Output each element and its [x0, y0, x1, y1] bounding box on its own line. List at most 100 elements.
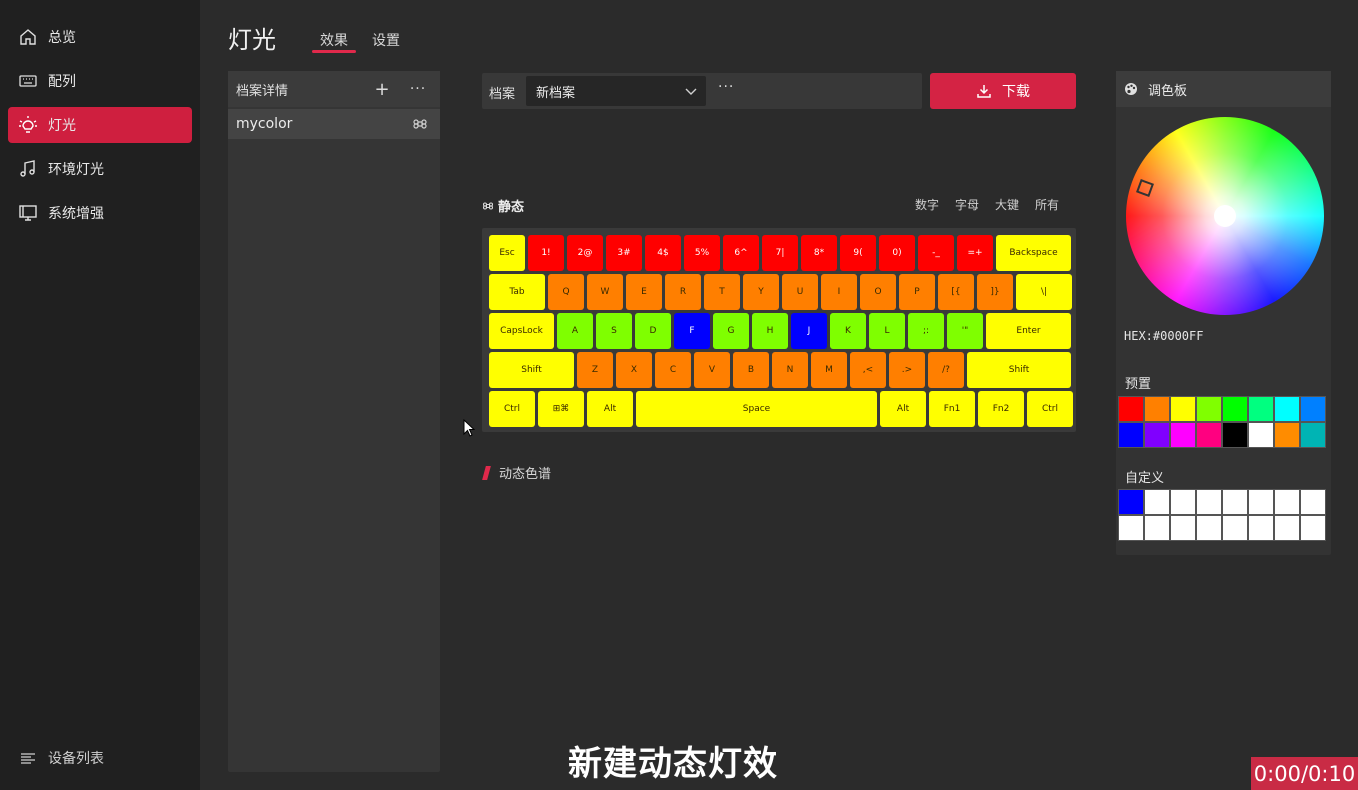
preset-swatch[interactable]: [1248, 422, 1274, 448]
device-list-button[interactable]: 设备列表: [8, 740, 192, 776]
key[interactable]: 5%: [684, 235, 720, 271]
download-button[interactable]: 下载: [930, 73, 1076, 109]
key[interactable]: R: [665, 274, 701, 310]
sidebar-item-overview[interactable]: 总览: [8, 19, 192, 55]
profile-more-button[interactable]: ···: [406, 77, 430, 101]
custom-swatch[interactable]: [1248, 489, 1274, 515]
sidebar-item-ambient-lighting[interactable]: 环境灯光: [8, 151, 192, 187]
key[interactable]: Y: [743, 274, 779, 310]
filter-large-keys-button[interactable]: 大键: [995, 196, 1019, 213]
key[interactable]: M: [811, 352, 847, 388]
custom-swatch[interactable]: [1144, 515, 1170, 541]
custom-swatch[interactable]: [1248, 515, 1274, 541]
tab-settings[interactable]: 设置: [372, 30, 400, 50]
key[interactable]: -_: [918, 235, 954, 271]
key[interactable]: J: [791, 313, 827, 349]
custom-swatch[interactable]: [1144, 489, 1170, 515]
key[interactable]: E: [626, 274, 662, 310]
custom-swatch[interactable]: [1274, 515, 1300, 541]
custom-swatch[interactable]: [1196, 489, 1222, 515]
key[interactable]: D: [635, 313, 671, 349]
key[interactable]: .>: [889, 352, 925, 388]
key[interactable]: Enter: [986, 313, 1071, 349]
key[interactable]: CapsLock: [489, 313, 554, 349]
custom-swatch[interactable]: [1196, 515, 1222, 541]
preset-swatch[interactable]: [1144, 422, 1170, 448]
key[interactable]: Tab: [489, 274, 545, 310]
key[interactable]: Z: [577, 352, 613, 388]
key[interactable]: O: [860, 274, 896, 310]
key[interactable]: 0): [879, 235, 915, 271]
preset-swatch[interactable]: [1196, 422, 1222, 448]
custom-swatch[interactable]: [1118, 489, 1144, 515]
key[interactable]: 1!: [528, 235, 564, 271]
key[interactable]: \|: [1016, 274, 1072, 310]
preset-swatch[interactable]: [1170, 422, 1196, 448]
key[interactable]: 6^: [723, 235, 759, 271]
key[interactable]: V: [694, 352, 730, 388]
key[interactable]: K: [830, 313, 866, 349]
custom-swatch[interactable]: [1170, 515, 1196, 541]
profile-bar-more-button[interactable]: ···: [718, 79, 734, 95]
key[interactable]: B: [733, 352, 769, 388]
key[interactable]: /?: [928, 352, 964, 388]
key[interactable]: Alt: [880, 391, 926, 427]
key[interactable]: 9(: [840, 235, 876, 271]
custom-swatch[interactable]: [1222, 489, 1248, 515]
preset-swatch[interactable]: [1248, 396, 1274, 422]
preset-swatch[interactable]: [1274, 396, 1300, 422]
key[interactable]: G: [713, 313, 749, 349]
key[interactable]: S: [596, 313, 632, 349]
profile-select[interactable]: 新档案: [526, 76, 706, 106]
filter-all-button[interactable]: 所有: [1035, 196, 1059, 213]
preset-swatch[interactable]: [1222, 396, 1248, 422]
custom-swatch[interactable]: [1300, 515, 1326, 541]
key[interactable]: I: [821, 274, 857, 310]
key[interactable]: Ctrl: [1027, 391, 1073, 427]
tab-effect[interactable]: 效果: [320, 30, 348, 50]
key[interactable]: Esc: [489, 235, 525, 271]
preset-swatch[interactable]: [1300, 422, 1326, 448]
custom-swatch[interactable]: [1170, 489, 1196, 515]
dynamic-section-title[interactable]: 动态色谱: [482, 463, 551, 482]
color-wheel[interactable]: [1126, 117, 1324, 315]
key[interactable]: =+: [957, 235, 993, 271]
key[interactable]: ⊞⌘: [538, 391, 584, 427]
key[interactable]: Fn1: [929, 391, 975, 427]
key[interactable]: Alt: [587, 391, 633, 427]
key[interactable]: F: [674, 313, 710, 349]
key[interactable]: ]}: [977, 274, 1013, 310]
key[interactable]: L: [869, 313, 905, 349]
custom-swatch[interactable]: [1222, 515, 1248, 541]
preset-swatch[interactable]: [1300, 396, 1326, 422]
sidebar-item-lighting[interactable]: 灯光: [8, 107, 192, 143]
preset-swatch[interactable]: [1274, 422, 1300, 448]
key[interactable]: 4$: [645, 235, 681, 271]
key[interactable]: H: [752, 313, 788, 349]
key[interactable]: [{: [938, 274, 974, 310]
key[interactable]: Ctrl: [489, 391, 535, 427]
preset-swatch[interactable]: [1222, 422, 1248, 448]
key[interactable]: 8*: [801, 235, 837, 271]
key[interactable]: U: [782, 274, 818, 310]
key[interactable]: Q: [548, 274, 584, 310]
key[interactable]: N: [772, 352, 808, 388]
sidebar-item-system-enhance[interactable]: 系统增强: [8, 195, 192, 231]
key[interactable]: C: [655, 352, 691, 388]
sidebar-item-layout[interactable]: 配列: [8, 63, 192, 99]
profile-list-item[interactable]: mycolor: [228, 109, 440, 139]
key[interactable]: P: [899, 274, 935, 310]
filter-numbers-button[interactable]: 数字: [915, 196, 939, 213]
key[interactable]: Fn2: [978, 391, 1024, 427]
key[interactable]: Backspace: [996, 235, 1071, 271]
custom-swatch[interactable]: [1118, 515, 1144, 541]
key[interactable]: T: [704, 274, 740, 310]
preset-swatch[interactable]: [1118, 396, 1144, 422]
custom-swatch[interactable]: [1300, 489, 1326, 515]
preset-swatch[interactable]: [1170, 396, 1196, 422]
filter-letters-button[interactable]: 字母: [955, 196, 979, 213]
add-profile-button[interactable]: +: [372, 77, 392, 101]
key[interactable]: '": [947, 313, 983, 349]
key[interactable]: ;:: [908, 313, 944, 349]
key[interactable]: W: [587, 274, 623, 310]
